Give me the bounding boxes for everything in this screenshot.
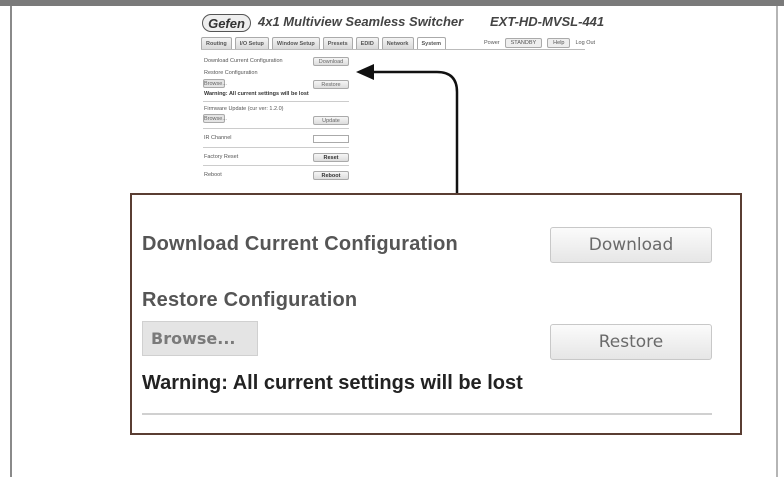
restore-config-label: Restore Configuration	[142, 289, 358, 311]
zoom-callout-box: Download Current Configuration Download …	[130, 193, 742, 435]
restore-button[interactable]: Restore	[550, 324, 712, 360]
section-divider	[142, 413, 712, 415]
warning-text: Warning: All current settings will be lo…	[142, 372, 523, 394]
download-config-label: Download Current Configuration	[142, 233, 458, 255]
download-button[interactable]: Download	[550, 227, 712, 263]
browse-button[interactable]: Browse...	[142, 321, 258, 356]
